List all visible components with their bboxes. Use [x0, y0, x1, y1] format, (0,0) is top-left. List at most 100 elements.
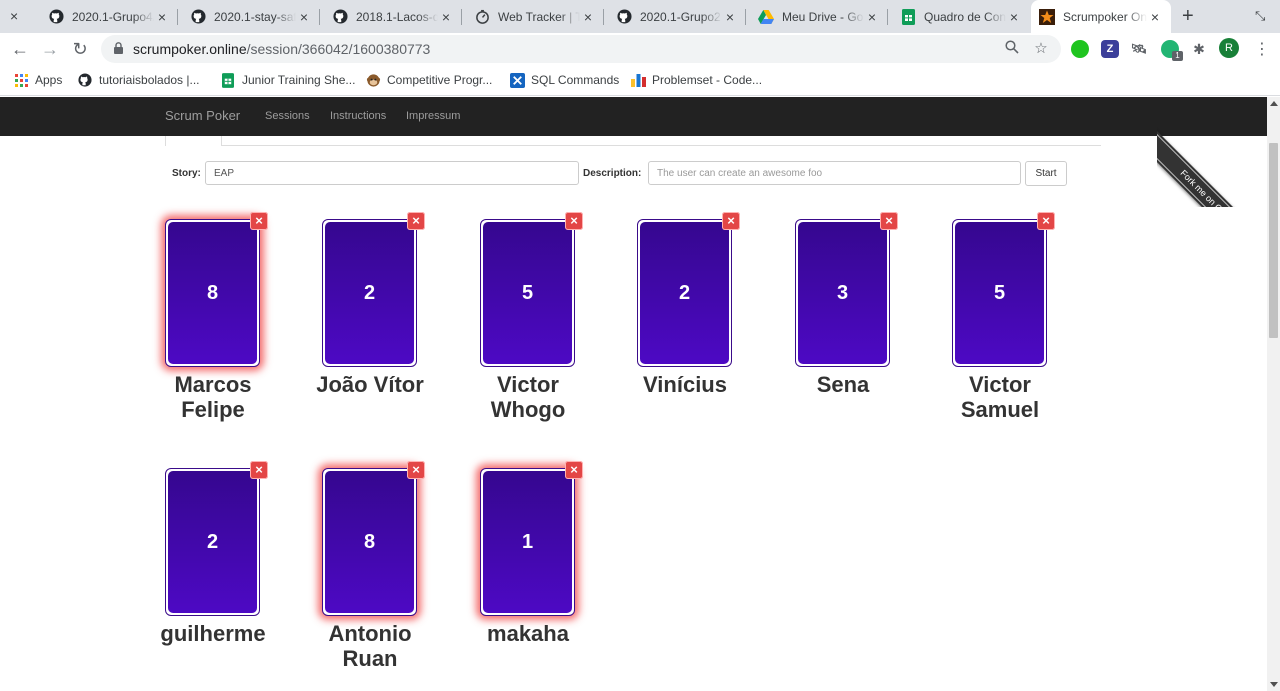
profile-avatar[interactable]: R — [1219, 38, 1239, 58]
github-icon — [77, 72, 93, 88]
nav-link-impressum[interactable]: Impressum — [406, 110, 460, 122]
remove-player-icon[interactable]: × — [407, 461, 425, 479]
nav-link-sessions[interactable]: Sessions — [265, 110, 310, 122]
zoom-search-icon[interactable] — [1003, 40, 1021, 58]
vote-card: 5 — [480, 219, 575, 367]
remove-player-icon[interactable]: × — [250, 461, 268, 479]
tab-title: 2018.1-Lacos-de — [356, 9, 438, 24]
reload-icon[interactable]: ↻ — [68, 37, 92, 61]
tab-title: Meu Drive - Goo — [782, 9, 864, 24]
close-icon[interactable]: × — [10, 8, 18, 24]
close-icon[interactable]: × — [154, 9, 170, 25]
close-icon[interactable]: × — [296, 9, 312, 25]
browser-toolbar: ← → ↻ scrumpoker.online/session/366042/1… — [0, 33, 1280, 65]
site-brand[interactable]: Scrum Poker — [165, 108, 240, 123]
bookmark-label: tutoriaisbolados |... — [99, 73, 200, 87]
browser-tab[interactable]: 2020.1-Grupo2 × — [608, 0, 746, 33]
forward-arrow-icon[interactable]: → — [38, 37, 62, 61]
vote-card-face: 2 — [325, 222, 414, 364]
story-input[interactable] — [205, 161, 579, 185]
close-icon[interactable]: × — [864, 9, 880, 25]
bookmark-item[interactable]: Problemset - Code... — [630, 72, 762, 88]
remove-player-icon[interactable]: × — [565, 212, 583, 230]
back-arrow-icon[interactable]: ← — [8, 37, 32, 61]
vote-card-face: 2 — [168, 471, 257, 613]
vote-card-face: 5 — [483, 222, 572, 364]
nav-link-instructions[interactable]: Instructions — [330, 110, 386, 122]
close-icon[interactable]: × — [1147, 9, 1163, 25]
browser-tab[interactable]: 2020.1-stay-safe × — [182, 0, 320, 33]
codeforces-icon — [630, 72, 646, 88]
browser-tab[interactable]: Web Tracker | T × — [466, 0, 604, 33]
player-name: Sena — [816, 372, 870, 397]
vote-card-face: 8 — [325, 471, 414, 613]
remove-player-icon[interactable]: × — [565, 461, 583, 479]
site-navbar: Scrum Poker Sessions Instructions Impres… — [0, 97, 1267, 136]
vote-card: 8 — [322, 468, 417, 616]
start-button[interactable]: Start — [1025, 161, 1067, 186]
bookmark-item[interactable]: Junior Training She... — [220, 72, 355, 88]
vote-card-face: 2 — [640, 222, 729, 364]
browser-tab-strip: × 2020.1-Grupo4/ × 2020.1-stay-safe × 20… — [0, 0, 1280, 33]
extension-green-icon[interactable] — [1071, 40, 1089, 58]
browser-tab[interactable]: 2020.1-Grupo4/ × — [40, 0, 178, 33]
close-icon[interactable]: × — [438, 9, 454, 25]
github-ribbon-label[interactable]: Fork me on GitHub — [1157, 127, 1267, 207]
vote-card: 8 — [165, 219, 260, 367]
scroll-thumb[interactable] — [1269, 143, 1278, 338]
close-icon[interactable]: × — [722, 9, 738, 25]
player-name: makaha — [487, 621, 569, 646]
lock-icon[interactable] — [114, 42, 123, 54]
bookmark-item[interactable]: SQL Commands — [509, 72, 619, 88]
scroll-down-arrow-icon[interactable] — [1270, 682, 1278, 687]
extension-satellite-icon[interactable]: 🛰 — [1130, 40, 1148, 58]
github-icon — [616, 9, 632, 25]
remove-player-icon[interactable]: × — [1037, 212, 1055, 230]
github-ribbon[interactable]: Fork me on GitHub — [1157, 97, 1267, 207]
bookmark-label: SQL Commands — [531, 73, 620, 87]
remove-player-icon[interactable]: × — [880, 212, 898, 230]
vote-card: 5 — [952, 219, 1047, 367]
bookmark-star-icon[interactable]: ☆ — [1032, 40, 1050, 58]
bookmark-item[interactable]: tutoriaisbolados |... — [77, 72, 200, 88]
bookmark-item[interactable]: Apps — [13, 72, 62, 88]
google-sheets-icon — [220, 72, 236, 88]
scroll-up-arrow-icon[interactable] — [1270, 101, 1278, 106]
active-tab[interactable] — [165, 136, 222, 146]
vote-value: 2 — [363, 281, 376, 304]
puzzle-icon[interactable]: ✱ — [1190, 40, 1208, 58]
vote-value: 2 — [206, 530, 219, 553]
google-drive-icon — [758, 9, 774, 25]
address-bar[interactable]: scrumpoker.online/session/366042/1600380… — [101, 35, 1061, 63]
description-input[interactable] — [648, 161, 1021, 185]
new-tab-button[interactable]: + — [1182, 5, 1194, 28]
description-label: Description: — [583, 168, 642, 179]
vote-card-face: 5 — [955, 222, 1044, 364]
browser-tab[interactable]: 2018.1-Lacos-de × — [324, 0, 462, 33]
window-control-icon[interactable]: ⤡ — [1255, 8, 1265, 24]
close-icon[interactable]: × — [580, 9, 596, 25]
bookmark-label: Apps — [35, 73, 63, 87]
apps-grid-icon — [13, 72, 29, 88]
scrumpoker-icon — [1039, 8, 1055, 25]
remove-player-icon[interactable]: × — [407, 212, 425, 230]
remove-player-icon[interactable]: × — [250, 212, 268, 230]
close-icon[interactable]: × — [1006, 9, 1022, 25]
browser-tab[interactable]: Meu Drive - Goo × — [750, 0, 888, 33]
browser-tab[interactable]: Quadro de Cont × — [892, 0, 1030, 33]
github-icon — [48, 9, 64, 25]
page-scrollbar[interactable] — [1267, 97, 1280, 691]
bookmark-item[interactable]: Competitive Progr... — [365, 72, 492, 88]
browser-tab-active[interactable]: Scrumpoker Onl × — [1031, 0, 1171, 33]
url-text[interactable]: scrumpoker.online/session/366042/1600380… — [133, 41, 430, 57]
vote-card: 3 — [795, 219, 890, 367]
bookmarks-bar: Apps tutoriaisbolados |... Junior Traini… — [0, 65, 1280, 96]
vote-value: 8 — [206, 281, 219, 304]
extension-z-icon[interactable]: Z — [1101, 40, 1119, 58]
remove-player-icon[interactable]: × — [722, 212, 740, 230]
sql-icon — [509, 72, 525, 88]
tab-title: Scrumpoker Onl — [1063, 9, 1147, 24]
vote-value: 3 — [836, 281, 849, 304]
tab-title: 2020.1-Grupo4/ — [72, 9, 154, 24]
more-menu-icon[interactable]: ⋮ — [1254, 39, 1270, 59]
